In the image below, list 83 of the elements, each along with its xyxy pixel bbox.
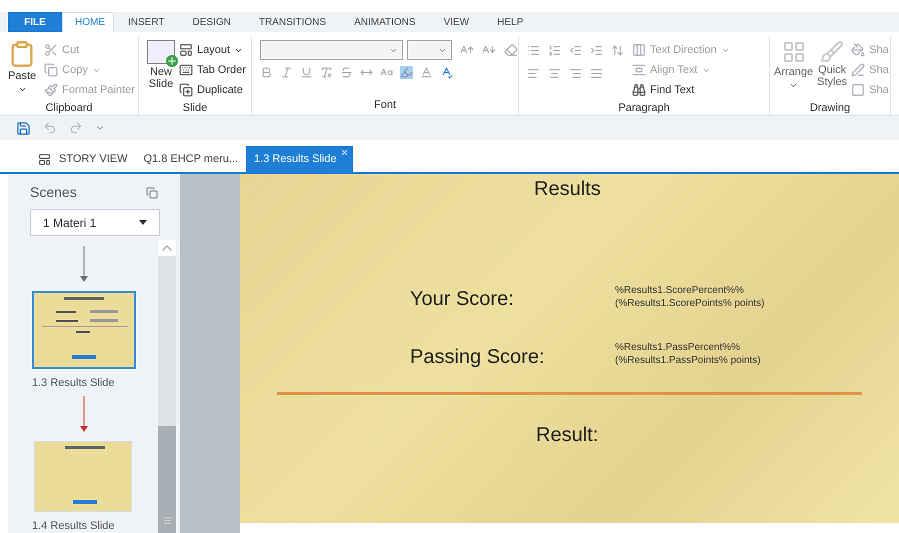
align-center-icon[interactable] [548, 67, 561, 80]
story-view-icon [38, 152, 51, 166]
font-size-field[interactable] [407, 40, 452, 60]
scroll-up-icon[interactable] [158, 240, 176, 256]
document-tab[interactable]: STORY VIEW [30, 146, 136, 172]
panel-title: Scenes [30, 183, 77, 202]
connector-arrow [80, 246, 88, 282]
brush-icon [820, 40, 844, 64]
tab-order-icon [179, 63, 193, 77]
strikethrough-icon[interactable] [340, 66, 353, 79]
quick-styles-button[interactable]: Quick Styles [817, 40, 848, 100]
shape-outline-icon [851, 63, 866, 77]
tab-order-button[interactable]: Tab Order [179, 60, 246, 80]
highlight-icon[interactable] [400, 66, 413, 79]
plus-icon [166, 55, 178, 67]
score-variable: %Results1.PassPercent%% [615, 341, 742, 354]
underline-icon[interactable] [300, 66, 313, 79]
dropdown-caret-icon [139, 220, 147, 225]
connector-arrow [80, 396, 88, 432]
close-icon[interactable] [340, 148, 349, 157]
group-label: Paragraph [618, 101, 670, 116]
scroll-thumb[interactable] [158, 426, 176, 533]
align-text-icon [632, 63, 646, 77]
score-variable: (%Results1.ScorePoints% points) [615, 297, 765, 310]
group-label: Font [374, 98, 396, 112]
undo-icon[interactable] [43, 121, 57, 135]
numbering-icon[interactable] [548, 44, 561, 57]
score-variable: %Results1.ScorePercent%% [615, 284, 745, 297]
font-name-field[interactable] [260, 40, 403, 60]
file-tab[interactable]: FILE [8, 12, 62, 32]
spellcheck-icon[interactable] [440, 66, 453, 79]
ribbon-tab[interactable]: VIEW [430, 12, 484, 32]
ribbon-tab[interactable]: INSERT [114, 12, 178, 32]
save-icon[interactable] [16, 120, 31, 136]
paste-button[interactable]: Paste [8, 40, 36, 100]
format-painter-icon [44, 83, 58, 97]
align-right-icon[interactable] [569, 67, 582, 80]
align-left-icon[interactable] [527, 67, 540, 80]
italic-icon[interactable] [280, 66, 293, 79]
find-text-button[interactable]: Find Text [632, 80, 730, 100]
score-variable: (%Results1.PassPoints% points) [615, 354, 761, 367]
duplicate-button[interactable]: Duplicate [179, 80, 246, 100]
shape-effects-icon [851, 83, 866, 97]
new-slide-button[interactable]: New Slide [147, 40, 175, 100]
popout-icon[interactable] [146, 186, 158, 198]
ribbon-tab[interactable]: TRANSITIONS [244, 12, 340, 32]
ribbon-tab[interactable]: DESIGN [178, 12, 245, 32]
grip-icon [162, 516, 172, 525]
document-tab[interactable]: 1.3 Results Slide [246, 146, 353, 172]
line-spacing-icon[interactable] [611, 44, 624, 57]
layout-icon [179, 43, 193, 57]
justify-icon[interactable] [590, 67, 603, 80]
slide-title: 1.4 Results Slide [32, 518, 115, 533]
outdent-icon[interactable] [569, 44, 582, 57]
score-label: Passing Score: [410, 345, 545, 370]
cut-icon [44, 43, 58, 57]
copy-icon [44, 63, 58, 77]
redo-icon[interactable] [69, 121, 83, 135]
slide-title: Results [534, 177, 601, 202]
group-label: Drawing [810, 101, 850, 116]
slide-thumbnail[interactable] [32, 291, 136, 369]
slide-title: 1.3 Results Slide [32, 376, 115, 391]
group-label: Clipboard [45, 101, 93, 116]
text-direction-icon [632, 43, 646, 57]
score-label: Your Score: [410, 287, 514, 312]
ribbon-tab[interactable]: ANIMATIONS [340, 12, 430, 32]
group-label: Slide [182, 101, 208, 116]
document-tab[interactable]: Q1.8 EHCP meru... [135, 146, 246, 172]
font-color-icon[interactable] [420, 66, 433, 79]
ribbon-tab[interactable]: HELP [483, 12, 538, 32]
shadow-icon[interactable] [320, 66, 333, 79]
shape-fill-icon [851, 43, 866, 57]
clear-format-icon[interactable] [504, 43, 518, 57]
layout-button[interactable]: Layout [179, 40, 246, 60]
squares-icon [782, 40, 806, 64]
scene-dropdown[interactable]: 1 Materi 1 [30, 209, 160, 236]
ribbon-tab[interactable]: HOME [62, 12, 114, 32]
find-text-icon [632, 83, 646, 97]
duplicate-icon [179, 83, 193, 97]
bold-icon[interactable] [260, 66, 273, 79]
indent-icon[interactable] [590, 44, 603, 57]
arrange-button[interactable]: Arrange [774, 40, 814, 100]
result-label: Result: [536, 423, 598, 448]
